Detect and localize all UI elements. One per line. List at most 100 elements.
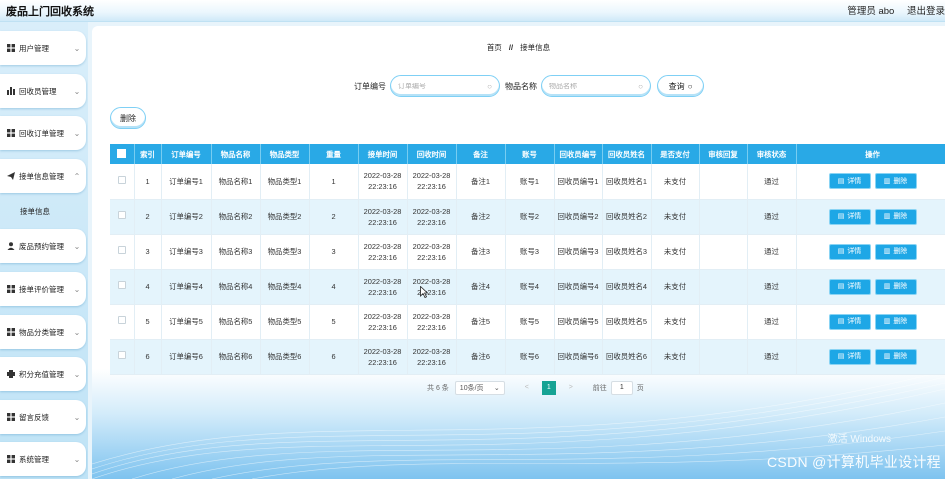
breadcrumb-home[interactable]: 首页 [487, 43, 502, 52]
table-cell-weight: 3 [309, 234, 359, 270]
detail-button-label: 详情 [847, 177, 862, 185]
table-cell-note: 备注4 [456, 269, 506, 305]
table-cell-order: 订单编号3 [161, 234, 212, 270]
row-select-cell[interactable] [110, 199, 135, 235]
row-actions: ▤ 详情 ▥ 删除 [796, 339, 945, 375]
grid-icon [6, 328, 15, 337]
chevron-down-icon: ⌄ [73, 284, 81, 294]
row-checkbox[interactable] [117, 175, 126, 184]
table-cell-collector-no: 回收员编号4 [554, 269, 603, 305]
data-table: 索引 订单编号 物品名称 物品类型 重量 接单时间 回收时间 备注 账号 回收员… [110, 144, 945, 375]
table-cell-collector-name: 回收员姓名3 [602, 234, 652, 270]
prev-page-button[interactable]: < [520, 381, 534, 395]
sidebar-item-label: 积分充值管理 [19, 369, 64, 379]
column-header: 索引 [134, 144, 162, 164]
detail-button[interactable]: ▤ 详情 [828, 278, 871, 295]
detail-button[interactable]: ▤ 详情 [828, 208, 871, 225]
row-select-cell[interactable] [110, 339, 135, 375]
table-cell-recycle-time: 2022-03-28 22:23:16 [407, 234, 457, 270]
table-cell-accept-time: 2022-03-28 22:23:16 [358, 339, 408, 375]
sidebar-item-system[interactable]: 系统管理 ⌄ [0, 442, 86, 476]
top-bar: 废品上门回收系统 管理员 abo 退出登录 [0, 0, 945, 22]
row-actions: ▤ 详情 ▥ 删除 [796, 164, 945, 200]
detail-button[interactable]: ▤ 详情 [828, 243, 871, 260]
sidebar-item-reservations[interactable]: 废品预约管理 ⌄ [0, 229, 86, 263]
table-cell-name: 物品名称6 [211, 339, 261, 375]
trash-icon: ▥ [883, 177, 891, 185]
table-cell-collector-name: 回收员姓名1 [602, 164, 652, 200]
detail-button-label: 详情 [847, 213, 862, 220]
table-row[interactable]: 4 订单编号4 物品名称4 物品类型4 4 2022-03-28 22:23:16 2022… [110, 269, 945, 305]
table-cell-weight: 4 [309, 269, 359, 305]
goto-page-input[interactable]: 1 [610, 380, 633, 395]
delete-button[interactable]: ▥ 删除 [874, 278, 917, 295]
row-select-cell[interactable] [110, 304, 135, 340]
row-checkbox[interactable] [117, 351, 126, 359]
row-select-cell[interactable] [110, 164, 135, 200]
row-checkbox[interactable] [117, 281, 126, 289]
delete-button[interactable]: ▥ 删除 [874, 173, 917, 190]
item-search-input[interactable] [549, 82, 639, 90]
delete-button-label: 删除 [893, 248, 908, 255]
table-cell-weight: 2 [309, 199, 359, 235]
table-cell-collector-no: 回收员编号6 [554, 339, 603, 375]
breadcrumb: 首页 // 接单信息 [92, 42, 945, 53]
sidebar-item-reviews[interactable]: 接单评价管理 ⌄ [0, 272, 86, 306]
detail-button[interactable]: ▤ 详情 [828, 173, 871, 190]
table-cell-order: 订单编号6 [161, 339, 212, 375]
logout-link[interactable]: 退出登录 [907, 6, 945, 17]
sidebar-item-feedback[interactable]: 留言反馈 ⌄ [0, 400, 86, 434]
sidebar-item-label: 系统管理 [19, 454, 49, 464]
next-page-button[interactable]: > [564, 381, 578, 395]
table-row[interactable]: 6 订单编号6 物品名称6 物品类型6 6 2022-03-28 22:23:16 2022… [110, 339, 945, 375]
chevron-down-icon: ⌄ [73, 412, 81, 422]
query-button[interactable]: 查询 ○ [657, 75, 704, 97]
row-actions: ▤ 详情 ▥ 删除 [796, 234, 945, 270]
table-cell-index: 5 [134, 304, 162, 340]
sidebar-item-collectors[interactable]: 回收员管理 ⌄ [0, 74, 86, 108]
trash-icon: ▥ [883, 248, 891, 255]
user-area: 管理员 abo 退出登录 [837, 3, 945, 17]
detail-button[interactable]: ▤ 详情 [828, 348, 871, 365]
table-cell-note: 备注5 [456, 304, 506, 340]
sidebar-item-accept-info[interactable]: 接单信息管理 ⌃ [0, 159, 86, 193]
row-checkbox[interactable] [117, 316, 126, 324]
detail-button[interactable]: ▤ 详情 [828, 313, 871, 330]
table-row[interactable]: 3 订单编号3 物品名称3 物品类型3 3 2022-03-28 22:23:16 2022… [110, 234, 945, 270]
table-cell-index: 1 [134, 164, 162, 200]
sidebar-item-users[interactable]: 用户管理 ⌄ [0, 31, 86, 65]
table-cell-collector-no: 回收员编号5 [554, 304, 603, 340]
table-cell-collector-no: 回收员编号3 [554, 234, 603, 270]
delete-button-label: 删除 [893, 353, 908, 360]
bulk-delete-button[interactable]: 删除 [110, 107, 146, 129]
sidebar-item-categories[interactable]: 物品分类管理 ⌄ [0, 315, 86, 349]
column-header: 备注 [456, 144, 506, 164]
main-panel: 首页 // 接单信息 订单编号 ○ 物品名称 ○ 查询 ○ 删除 [92, 26, 945, 479]
select-all-checkbox[interactable] [117, 148, 127, 158]
page-size-select[interactable]: 10条/页 ⌄ [454, 380, 505, 395]
delete-button[interactable]: ▥ 删除 [874, 243, 917, 260]
page-size-value: 10条/页 [459, 384, 484, 392]
chevron-down-icon: ⌄ [73, 241, 81, 251]
page-number-current[interactable]: 1 [541, 380, 556, 395]
column-header: 回收员姓名 [602, 144, 652, 164]
sidebar-subitem-accept-info[interactable]: 接单信息 [20, 206, 50, 217]
row-checkbox[interactable] [117, 211, 126, 219]
row-select-cell[interactable] [110, 269, 135, 305]
table-row[interactable]: 5 订单编号5 物品名称5 物品类型5 5 2022-03-28 22:23:16 2022… [110, 304, 945, 340]
item-search-box[interactable]: ○ [541, 75, 651, 97]
table-row[interactable]: 2 订单编号2 物品名称2 物品类型2 2 2022-03-28 22:23:16 2022… [110, 199, 945, 235]
delete-button[interactable]: ▥ 删除 [874, 313, 917, 330]
delete-button[interactable]: ▥ 删除 [874, 348, 917, 365]
row-checkbox[interactable] [117, 246, 126, 254]
chevron-down-icon: ⌄ [493, 384, 500, 392]
delete-button[interactable]: ▥ 删除 [874, 208, 917, 225]
order-search-input[interactable] [398, 82, 488, 90]
select-all-cell[interactable] [110, 144, 135, 164]
order-search-box[interactable]: ○ [390, 75, 500, 97]
sidebar-item-recharge[interactable]: 积分充值管理 ⌄ [0, 357, 86, 391]
row-select-cell[interactable] [110, 234, 135, 270]
printer-icon [6, 370, 15, 379]
sidebar-item-orders[interactable]: 回收订单管理 ⌄ [0, 116, 86, 150]
table-row[interactable]: 1 订单编号1 物品名称1 物品类型1 1 2022-03-28 22:23:16 2022… [110, 164, 945, 200]
